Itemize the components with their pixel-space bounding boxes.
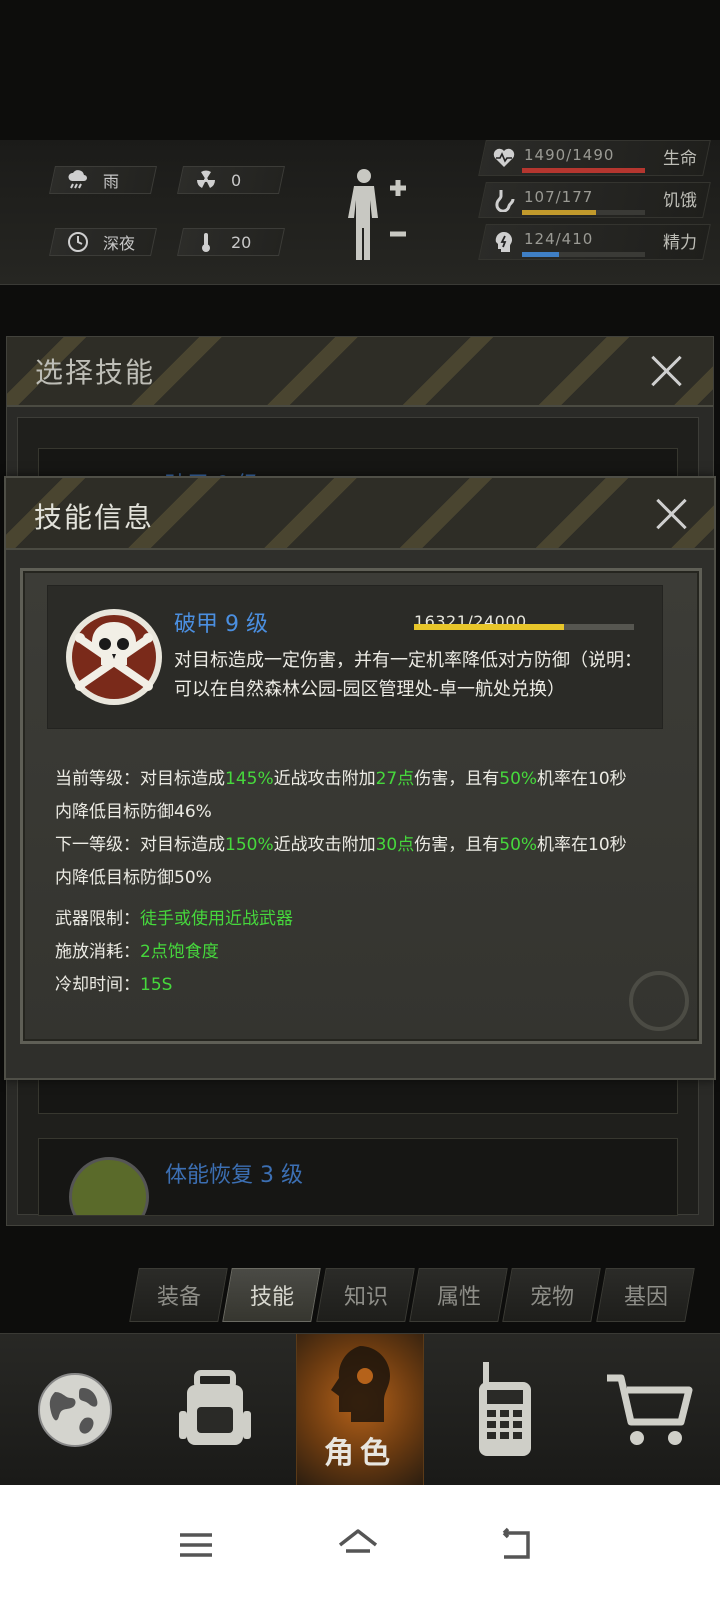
skill-info-header: 技能信息 <box>6 478 714 550</box>
bottom-nav: 角色 <box>0 1333 720 1486</box>
energy-label: 精力 <box>663 233 697 253</box>
skill-exp-bar <box>414 624 634 630</box>
skill-name: 破甲 9 级 <box>174 612 268 637</box>
heart-pulse-icon <box>492 146 516 170</box>
tab-attributes[interactable]: 属性 <box>409 1268 509 1322</box>
backpack-icon <box>179 1370 251 1445</box>
energy-value: 124/410 <box>524 230 594 248</box>
cast-cost: 施放消耗：2点饱食度 <box>55 942 219 962</box>
nav-backpack[interactable] <box>150 1334 280 1486</box>
energy-head-icon <box>492 230 516 254</box>
health-value: 1490/1490 <box>524 146 615 164</box>
select-skill-close-icon[interactable] <box>649 353 685 389</box>
weapon-restriction: 武器限制：徒手或使用近战武器 <box>55 909 293 929</box>
skill-list-item[interactable]: 体能恢复 3 级 <box>38 1138 678 1216</box>
tab-pets[interactable]: 宠物 <box>502 1268 602 1322</box>
rain-icon <box>67 169 89 191</box>
character-tabs: 装备 技能 知识 属性 宠物 基因 <box>129 1268 695 1322</box>
next-level-line: 下一等级：对目标造成150%近战攻击附加30点伤害，且有50%机率在10秒 <box>55 835 627 855</box>
hunger-value: 107/177 <box>524 188 594 206</box>
current-level-line-2: 内降低目标防御46% <box>55 802 212 822</box>
hunger-bar <box>522 210 645 215</box>
hunger-label: 饥饿 <box>663 191 697 211</box>
radiation-box: 0 <box>177 166 285 194</box>
select-skill-header: 选择技能 <box>7 337 713 407</box>
cooldown: 冷却时间：15S <box>55 975 173 995</box>
tab-label: 属性 <box>436 1285 481 1310</box>
current-level-line: 当前等级：对目标造成145%近战攻击附加27点伤害，且有50%机率在10秒 <box>55 769 627 789</box>
time-box: 深夜 <box>49 228 157 256</box>
tab-skills[interactable]: 技能 <box>222 1268 322 1322</box>
skill-info-title: 技能信息 <box>34 501 155 534</box>
nav-shop[interactable] <box>580 1334 715 1486</box>
tab-label: 基因 <box>623 1285 668 1310</box>
skill-card: 破甲 9 级 16321/24000 对目标造成一定伤害，并有一定机率降低对方防… <box>47 585 663 729</box>
body-figure-icon[interactable] <box>346 166 416 266</box>
menu-icon[interactable] <box>176 1523 224 1567</box>
home-icon[interactable] <box>336 1523 384 1567</box>
tab-label: 知识 <box>343 1285 388 1310</box>
temperature-box: 20 <box>177 228 285 256</box>
skill-round-icon <box>69 1157 149 1215</box>
radiation-watermark-icon <box>629 971 689 1031</box>
energy-stat: 124/410 精力 <box>478 224 711 260</box>
stomach-icon <box>492 188 516 213</box>
nav-character-label: 角色 <box>324 1436 396 1471</box>
back-icon[interactable] <box>496 1523 544 1567</box>
next-level-line-2: 内降低目标防御50% <box>55 868 212 888</box>
nav-character[interactable]: 角色 <box>296 1334 424 1486</box>
health-bar <box>522 168 645 173</box>
tab-label: 技能 <box>249 1285 294 1310</box>
tab-genes[interactable]: 基因 <box>595 1268 695 1322</box>
radiation-value: 0 <box>231 170 242 190</box>
thermometer-icon <box>195 231 217 253</box>
skill-details: 当前等级：对目标造成145%近战攻击附加27点伤害，且有50%机率在10秒 内降… <box>55 763 675 1002</box>
health-stat: 1490/1490 生命 <box>478 140 711 176</box>
skill-info-close-icon[interactable] <box>654 496 690 532</box>
tab-knowledge[interactable]: 知识 <box>315 1268 415 1322</box>
skill-description: 对目标造成一定伤害，并有一定机率降低对方防御（说明：可以在自然森林公园-园区管理… <box>174 650 642 700</box>
clock-icon <box>67 231 89 253</box>
skill-list-item-label: 体能恢复 3 级 <box>165 1163 303 1188</box>
skull-crossbones-icon <box>66 609 162 705</box>
globe-icon <box>38 1373 112 1447</box>
walkie-talkie-icon <box>479 1362 531 1456</box>
select-skill-title: 选择技能 <box>35 356 156 389</box>
health-label: 生命 <box>663 149 697 169</box>
tab-equipment[interactable]: 装备 <box>129 1268 229 1322</box>
skill-info-content: 破甲 9 级 16321/24000 对目标造成一定伤害，并有一定机率降低对方防… <box>20 568 702 1044</box>
radiation-icon <box>195 169 217 191</box>
shopping-cart-icon <box>606 1374 692 1445</box>
weather-box: 雨 <box>49 166 157 194</box>
system-nav-bar <box>0 1485 720 1605</box>
tab-label: 装备 <box>156 1285 201 1310</box>
skill-info-dialog: 技能信息 破甲 9 级 16321/24000 对目标造成一定伤害，并有一定机率… <box>4 476 716 1080</box>
temperature-value: 20 <box>231 232 252 252</box>
nav-radio[interactable] <box>440 1334 570 1486</box>
hunger-stat: 107/177 饥饿 <box>478 182 711 218</box>
weather-text: 雨 <box>103 172 120 191</box>
nav-world[interactable] <box>10 1334 140 1486</box>
time-text: 深夜 <box>103 234 136 253</box>
energy-bar <box>522 252 645 257</box>
tab-label: 宠物 <box>529 1285 574 1310</box>
